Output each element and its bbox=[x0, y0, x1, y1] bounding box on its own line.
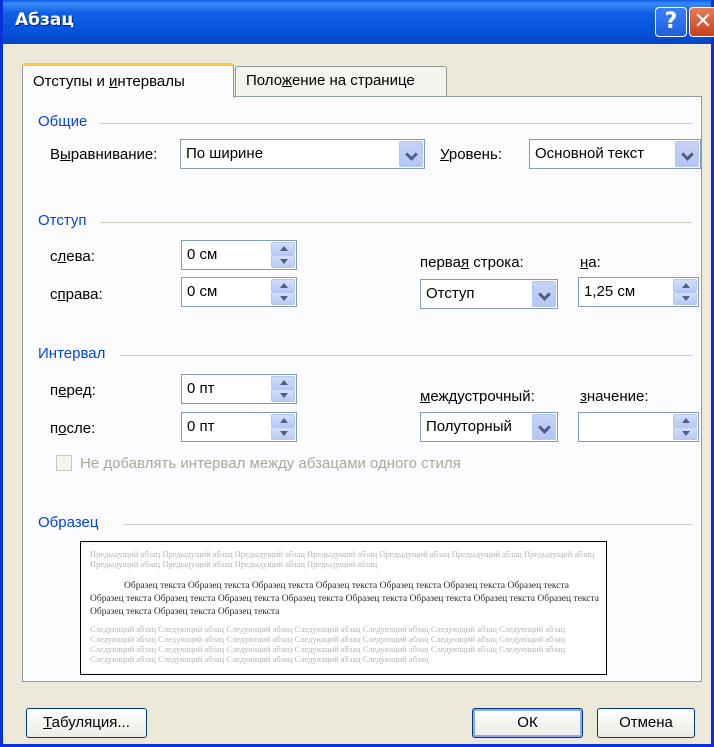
spin-down-icon[interactable] bbox=[673, 292, 697, 305]
chevron-down-icon[interactable] bbox=[532, 414, 556, 440]
section-title-general: Общие bbox=[38, 113, 96, 130]
indent-left-value: 0 см bbox=[187, 246, 218, 263]
spin-down-icon[interactable] bbox=[271, 255, 295, 268]
spin-buttons[interactable] bbox=[271, 376, 295, 402]
section-divider bbox=[120, 355, 692, 356]
spin-down-icon[interactable] bbox=[673, 427, 697, 440]
spin-up-icon[interactable] bbox=[271, 242, 295, 255]
alignment-value: По ширине bbox=[186, 145, 264, 162]
tabs-button-label: абуляция... bbox=[51, 714, 130, 731]
spin-down-icon[interactable] bbox=[271, 389, 295, 402]
first-line-label: первая строка: bbox=[420, 254, 524, 271]
alignment-label: Выравнивание: bbox=[50, 146, 158, 163]
spin-up-icon[interactable] bbox=[673, 279, 697, 292]
spacing-before-value: 0 пт bbox=[187, 380, 215, 397]
level-value: Основной текст bbox=[535, 145, 645, 162]
chevron-down-icon[interactable] bbox=[675, 141, 699, 167]
section-title-preview: Образец bbox=[38, 514, 107, 531]
first-line-by-value: 1,25 см bbox=[584, 283, 636, 300]
indent-right-spinner[interactable]: 0 см bbox=[181, 277, 297, 307]
tabs-button-accel: Т bbox=[43, 714, 52, 731]
spacing-at-spinner[interactable] bbox=[578, 412, 699, 442]
indent-right-value: 0 см bbox=[187, 283, 218, 300]
spacing-at-label: значение: bbox=[580, 388, 649, 405]
spacing-before-label: перед: bbox=[50, 382, 96, 399]
section-divider bbox=[100, 222, 692, 223]
dont-add-space-checkbox[interactable] bbox=[56, 455, 72, 471]
spin-up-icon[interactable] bbox=[673, 414, 697, 427]
spin-buttons[interactable] bbox=[673, 414, 697, 440]
spin-up-icon[interactable] bbox=[271, 376, 295, 389]
tabs-button[interactable]: Табуляция... bbox=[26, 708, 147, 738]
first-line-value: Отступ bbox=[426, 285, 475, 302]
spacing-after-spinner[interactable]: 0 пт bbox=[181, 412, 297, 442]
spacing-before-spinner[interactable]: 0 пт bbox=[181, 374, 297, 404]
first-line-by-label: на: bbox=[580, 254, 601, 271]
first-line-select[interactable]: Отступ bbox=[420, 279, 558, 309]
chevron-down-icon[interactable] bbox=[399, 141, 423, 167]
dont-add-space-label: Не добавлять интервал между абзацами одн… bbox=[80, 455, 461, 472]
spin-buttons[interactable] bbox=[271, 242, 295, 268]
section-divider bbox=[100, 123, 692, 124]
section-divider bbox=[124, 524, 692, 525]
paragraph-preview: Предыдущий абзац Предыдущий абзац Предыд… bbox=[80, 541, 607, 675]
spin-up-icon[interactable] bbox=[271, 279, 295, 292]
indent-left-spinner[interactable]: 0 см bbox=[181, 240, 297, 270]
chevron-down-icon[interactable] bbox=[532, 281, 556, 307]
spacing-after-label: после: bbox=[50, 420, 96, 437]
level-label: Уровень: bbox=[440, 146, 502, 163]
spin-down-icon[interactable] bbox=[271, 427, 295, 440]
cancel-button[interactable]: Отмена bbox=[597, 708, 695, 738]
section-title-indent: Отступ bbox=[38, 212, 95, 229]
spin-buttons[interactable] bbox=[673, 279, 697, 305]
section-title-spacing: Интервал bbox=[38, 345, 114, 362]
line-spacing-select[interactable]: Полуторный bbox=[420, 412, 558, 442]
first-line-by-spinner[interactable]: 1,25 см bbox=[578, 277, 699, 307]
ok-button[interactable]: ОК bbox=[472, 708, 583, 738]
spin-buttons[interactable] bbox=[271, 279, 295, 305]
indent-right-label: справа: bbox=[50, 286, 103, 303]
indent-left-label: слева: bbox=[50, 248, 95, 265]
preview-sample-text: Образец текста Образец текста Образец те… bbox=[90, 581, 599, 617]
alignment-select[interactable]: По ширине bbox=[180, 139, 425, 169]
spin-buttons[interactable] bbox=[271, 414, 295, 440]
spin-up-icon[interactable] bbox=[271, 414, 295, 427]
line-spacing-label: междустрочный: bbox=[420, 388, 535, 405]
spin-down-icon[interactable] bbox=[271, 292, 295, 305]
level-select[interactable]: Основной текст bbox=[529, 139, 701, 169]
line-spacing-value: Полуторный bbox=[426, 418, 512, 435]
preview-next-paragraph: Следующий абзац Следующий абзац Следующи… bbox=[90, 624, 566, 664]
preview-previous-paragraph: Предыдущий абзац Предыдущий абзац Предыд… bbox=[90, 549, 595, 569]
spacing-after-value: 0 пт bbox=[187, 418, 215, 435]
